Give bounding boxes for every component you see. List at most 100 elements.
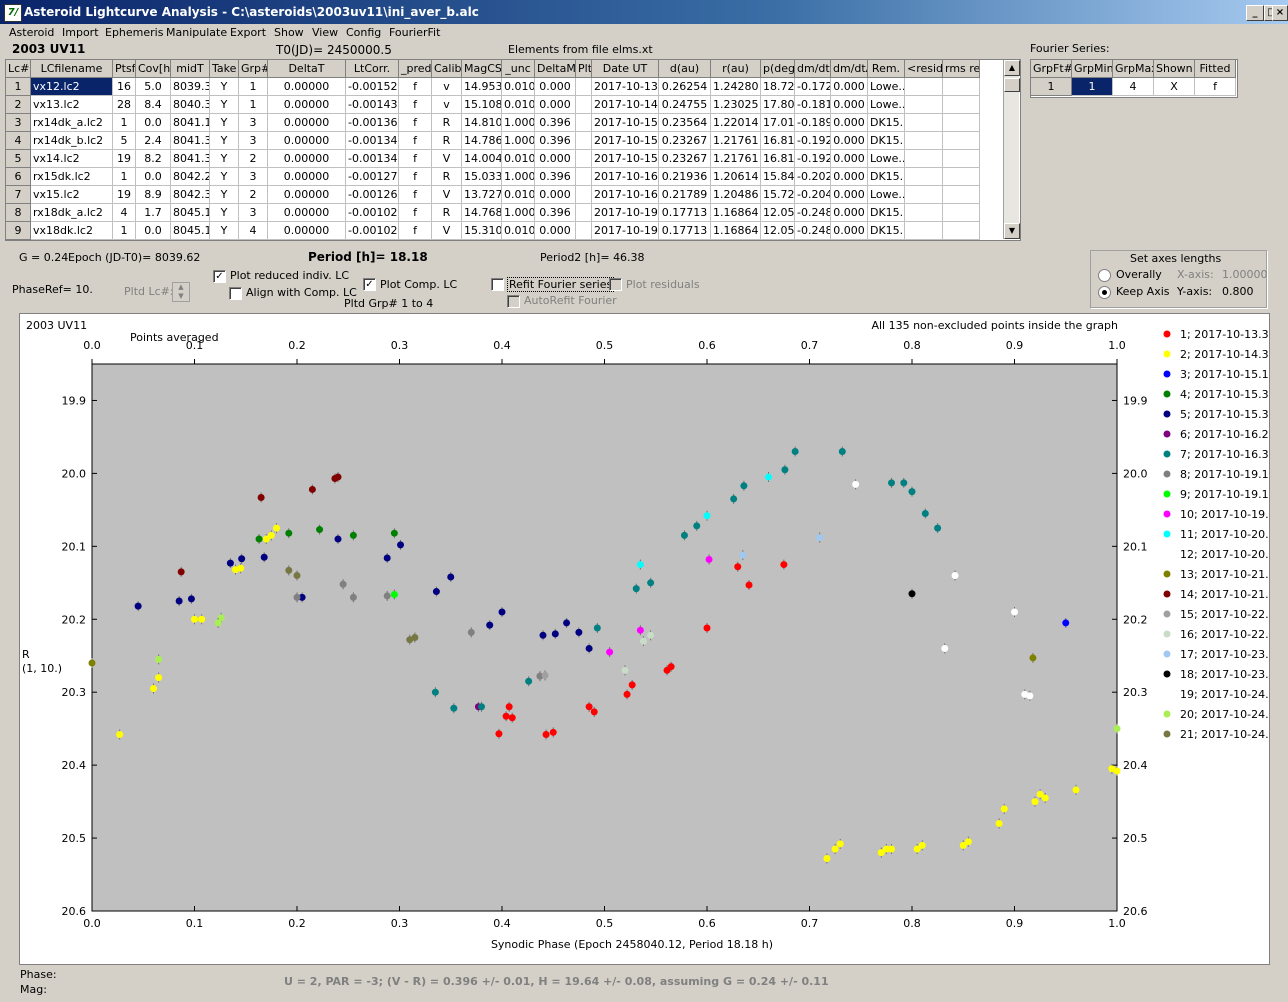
table-cell[interactable]: 0.23267 bbox=[659, 132, 711, 150]
table-cell[interactable]: 0.00000 bbox=[268, 186, 346, 204]
table-cell[interactable]: Y bbox=[210, 114, 239, 132]
table-cell[interactable]: f bbox=[399, 222, 432, 240]
menu-import[interactable]: Import bbox=[62, 26, 99, 39]
table-cell[interactable]: 14.810 bbox=[462, 114, 502, 132]
table-cell[interactable]: 2.4 bbox=[136, 132, 171, 150]
table-cell[interactable]: 1 bbox=[113, 114, 136, 132]
table-cell[interactable]: vx14.lc2 bbox=[31, 150, 113, 168]
table-cell[interactable] bbox=[576, 78, 592, 96]
table-cell[interactable]: Y bbox=[210, 204, 239, 222]
table-cell[interactable] bbox=[576, 132, 592, 150]
table-cell[interactable] bbox=[943, 168, 980, 186]
scroll-down-icon[interactable]: ▼ bbox=[1004, 223, 1020, 239]
scroll-up-icon[interactable]: ▲ bbox=[1004, 60, 1020, 76]
table-cell[interactable]: DK15.. bbox=[868, 132, 905, 150]
table-cell[interactable]: rx15dk.lc2 bbox=[31, 168, 113, 186]
table-cell[interactable]: 0.23267 bbox=[659, 150, 711, 168]
table-cell[interactable]: rx14dk_b.lc2 bbox=[31, 132, 113, 150]
table-cell[interactable] bbox=[943, 96, 980, 114]
column-header[interactable]: dm/dt bbox=[795, 60, 831, 78]
table-cell[interactable] bbox=[943, 150, 980, 168]
column-header[interactable]: Date UT bbox=[592, 60, 659, 78]
refit-fourier-checkbox[interactable] bbox=[491, 278, 504, 291]
table-cell[interactable]: vx15.lc2 bbox=[31, 186, 113, 204]
table-scrollbar[interactable]: ▲ ▼ bbox=[1003, 60, 1020, 239]
table-cell[interactable]: 0.000 bbox=[535, 186, 576, 204]
table-cell[interactable]: -0.248 bbox=[795, 222, 831, 240]
table-cell[interactable]: -0.00136 bbox=[346, 114, 399, 132]
table-cell[interactable] bbox=[905, 150, 943, 168]
menu-ephemeris[interactable]: Ephemeris bbox=[105, 26, 163, 39]
table-cell[interactable]: 0.000 bbox=[831, 222, 868, 240]
table-cell[interactable]: 15.033 bbox=[462, 168, 502, 186]
table-cell[interactable]: 2017-10-19.1 bbox=[592, 204, 659, 222]
table-cell[interactable]: 0.00000 bbox=[268, 114, 346, 132]
table-cell[interactable]: -0.00134 bbox=[346, 150, 399, 168]
column-header[interactable]: Ptsf bbox=[113, 60, 136, 78]
table-cell[interactable] bbox=[943, 222, 980, 240]
fourier-cell[interactable]: 4 bbox=[1113, 78, 1154, 96]
column-header[interactable]: d(au) bbox=[659, 60, 711, 78]
table-cell[interactable]: V bbox=[432, 150, 462, 168]
table-cell[interactable] bbox=[905, 222, 943, 240]
table-cell[interactable]: -0.00127 bbox=[346, 168, 399, 186]
table-cell[interactable]: 1.22014 bbox=[711, 114, 761, 132]
column-header[interactable]: rms res bbox=[943, 60, 980, 78]
fourier-cell[interactable]: f bbox=[1195, 78, 1236, 96]
table-cell[interactable] bbox=[943, 186, 980, 204]
column-header[interactable]: LtCorr. bbox=[346, 60, 399, 78]
table-cell[interactable]: 0.396 bbox=[535, 168, 576, 186]
table-cell[interactable]: 0.000 bbox=[831, 186, 868, 204]
table-cell[interactable]: -0.172 bbox=[795, 78, 831, 96]
row-header[interactable]: 7 bbox=[6, 186, 31, 204]
table-cell[interactable]: 2017-10-16.2 bbox=[592, 168, 659, 186]
table-cell[interactable]: 3 bbox=[239, 168, 268, 186]
table-cell[interactable]: 0.396 bbox=[535, 132, 576, 150]
table-cell[interactable]: 15.72 bbox=[761, 186, 795, 204]
column-header[interactable]: MagCS bbox=[462, 60, 502, 78]
table-cell[interactable]: f bbox=[399, 168, 432, 186]
row-header[interactable]: 3 bbox=[6, 114, 31, 132]
table-cell[interactable] bbox=[943, 114, 980, 132]
table-cell[interactable]: 14.768 bbox=[462, 204, 502, 222]
table-cell[interactable]: 2017-10-15.3 bbox=[592, 150, 659, 168]
table-cell[interactable]: 14.786 bbox=[462, 132, 502, 150]
column-header[interactable]: p(deg) bbox=[761, 60, 795, 78]
row-header[interactable]: 6 bbox=[6, 168, 31, 186]
table-cell[interactable]: 0.396 bbox=[535, 204, 576, 222]
table-cell[interactable]: Lowe.. bbox=[868, 186, 905, 204]
table-cell[interactable]: R bbox=[432, 114, 462, 132]
fourier-table[interactable]: GrpFt# GrpMin GrpMax Shown Fitted 1 1 4 Xf bbox=[1030, 59, 1238, 98]
menu-show[interactable]: Show bbox=[274, 26, 304, 39]
table-cell[interactable]: 28 bbox=[113, 96, 136, 114]
column-header[interactable]: _unc bbox=[502, 60, 535, 78]
table-cell[interactable]: 8.2 bbox=[136, 150, 171, 168]
row-header[interactable]: 8 bbox=[6, 204, 31, 222]
table-cell[interactable]: 0.00000 bbox=[268, 132, 346, 150]
menu-fourierfit[interactable]: FourierFit bbox=[389, 26, 440, 39]
table-cell[interactable]: Y bbox=[210, 150, 239, 168]
table-cell[interactable]: 14.953 bbox=[462, 78, 502, 96]
table-cell[interactable] bbox=[943, 78, 980, 96]
table-cell[interactable]: -0.00126 bbox=[346, 186, 399, 204]
table-cell[interactable]: Lowe.. bbox=[868, 78, 905, 96]
table-cell[interactable]: 1.000 bbox=[502, 204, 535, 222]
table-cell[interactable]: R bbox=[432, 204, 462, 222]
column-header[interactable]: Calib. bbox=[432, 60, 462, 78]
table-cell[interactable]: 1.000 bbox=[502, 132, 535, 150]
table-cell[interactable] bbox=[943, 204, 980, 222]
table-cell[interactable]: 18.72 bbox=[761, 78, 795, 96]
table-cell[interactable]: f bbox=[399, 132, 432, 150]
table-cell[interactable]: -0.192 bbox=[795, 150, 831, 168]
table-cell[interactable] bbox=[576, 204, 592, 222]
table-cell[interactable]: -0.00143 bbox=[346, 96, 399, 114]
table-cell[interactable]: 0.000 bbox=[831, 150, 868, 168]
table-cell[interactable]: 16.81 bbox=[761, 132, 795, 150]
table-cell[interactable]: f bbox=[399, 204, 432, 222]
table-cell[interactable]: -0.00134 bbox=[346, 132, 399, 150]
table-cell[interactable]: v bbox=[432, 78, 462, 96]
table-cell[interactable]: 0.000 bbox=[535, 222, 576, 240]
table-cell[interactable]: 0.000 bbox=[831, 204, 868, 222]
fourier-cell[interactable]: 1 bbox=[1031, 78, 1072, 96]
table-cell[interactable] bbox=[576, 96, 592, 114]
